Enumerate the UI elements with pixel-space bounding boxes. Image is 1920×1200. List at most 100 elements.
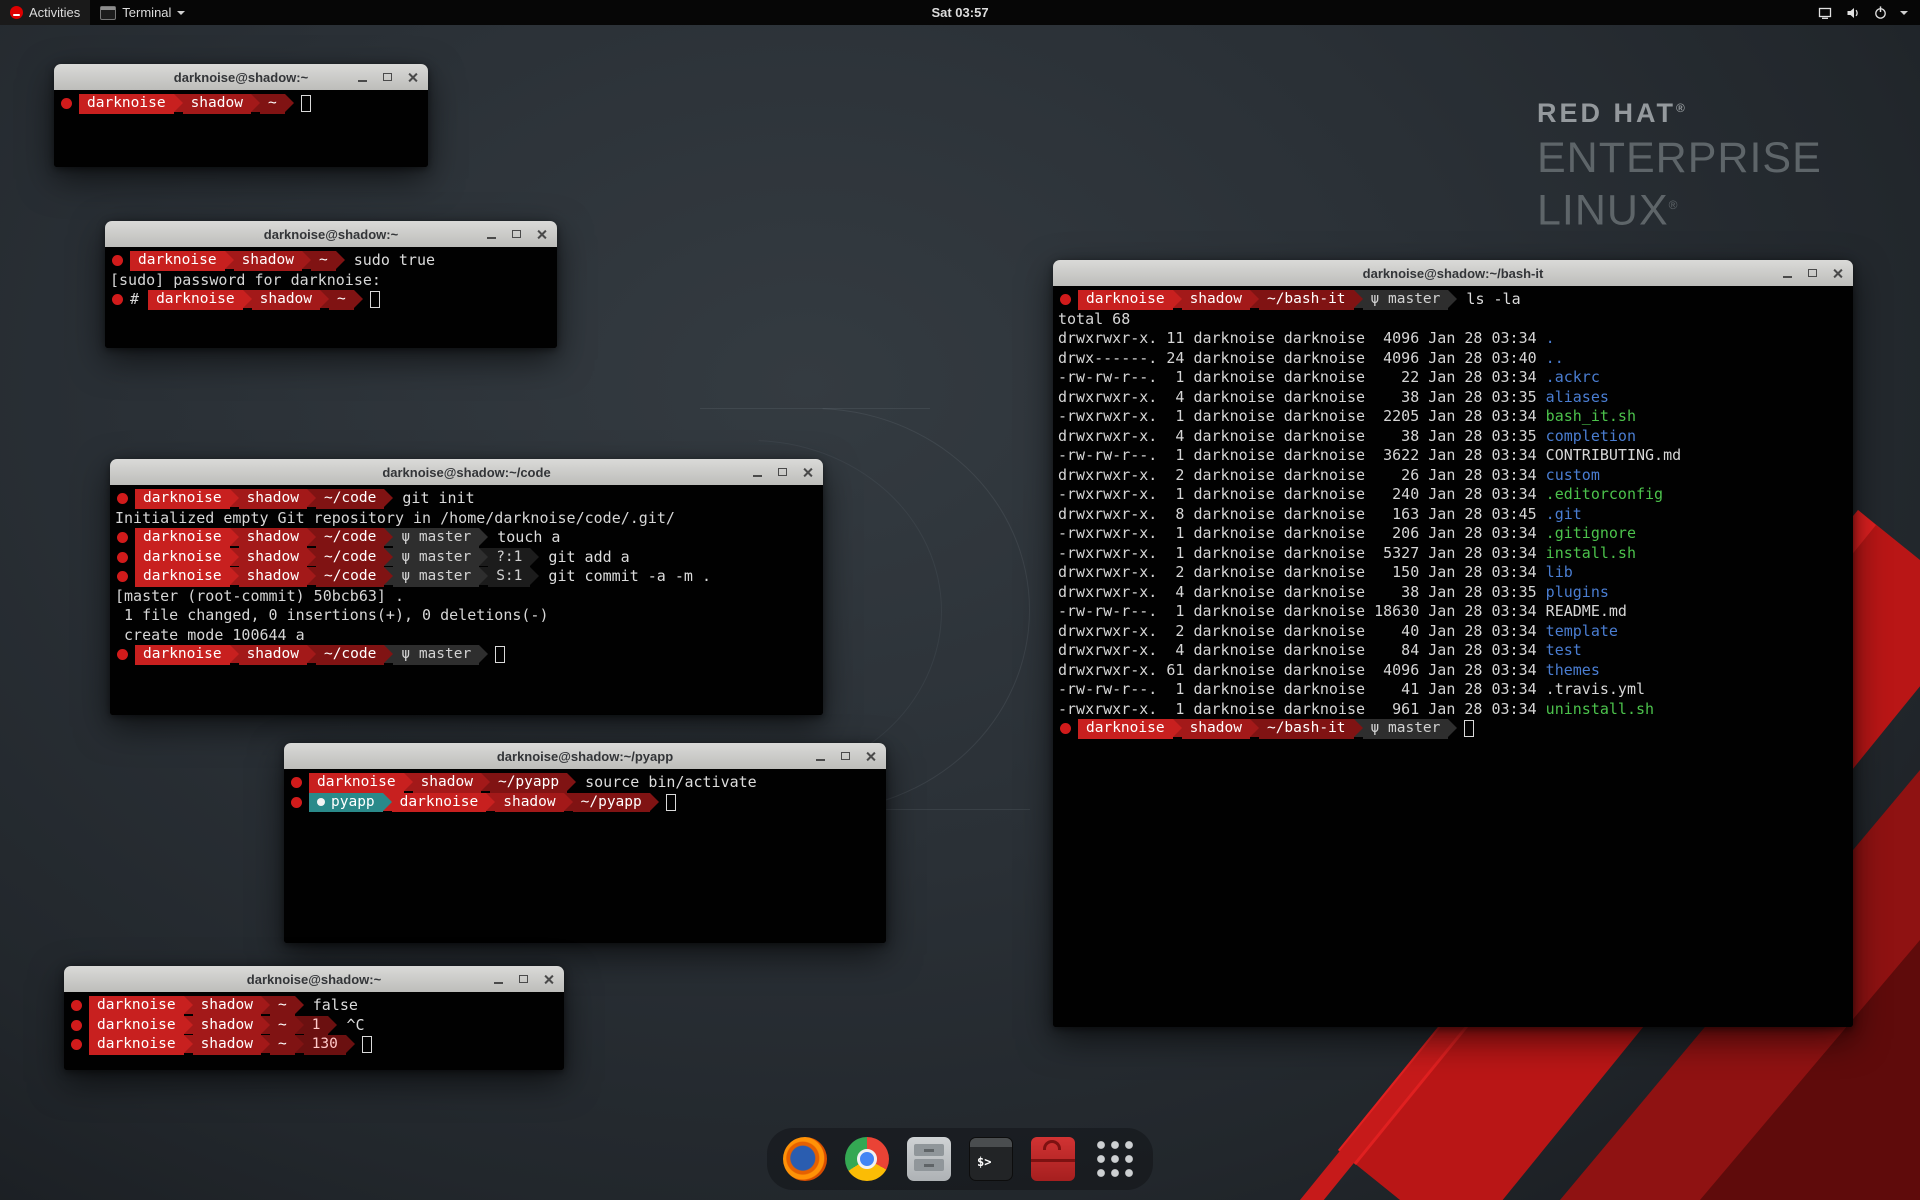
prompt-segment-host: shadow <box>239 567 307 587</box>
terminal-content[interactable]: darknoiseshadow~ <box>54 90 428 167</box>
terminal-text: create mode 100644 a <box>115 626 305 646</box>
minimize-button[interactable] <box>355 70 369 84</box>
redhat-branding: RED HAT® ENTERPRISE LINUX® <box>1537 100 1822 234</box>
window-titlebar[interactable]: darknoise@shadow:~ <box>54 64 428 91</box>
terminal-text: install.sh <box>1546 544 1636 564</box>
prompt-segment-host: shadow <box>252 290 320 310</box>
terminal-line: drwxrwxr-x. 2 darknoise darknoise 150 Ja… <box>1058 563 1848 583</box>
window-title: darknoise@shadow:~ <box>64 972 564 987</box>
terminal-content[interactable]: darknoiseshadow~/bash-itψ master ls -lat… <box>1053 286 1853 1027</box>
terminal-content[interactable]: darknoiseshadow~/pyapp source bin/activa… <box>284 769 886 943</box>
terminal-line: -rw-rw-r--. 1 darknoise darknoise 3622 J… <box>1058 446 1848 466</box>
window-titlebar[interactable]: darknoise@shadow:~ <box>64 966 564 993</box>
terminal-text: .gitignore <box>1546 524 1636 544</box>
terminal-content[interactable]: darknoiseshadow~ falsedarknoiseshadow~1 … <box>64 992 564 1070</box>
prompt-segment-host: shadow <box>234 251 302 271</box>
prompt-segment-path: ~/bash-it <box>1259 290 1354 310</box>
close-button[interactable] <box>1830 266 1844 280</box>
maximize-button[interactable] <box>775 465 789 479</box>
prompt-segment-host: shadow <box>413 773 481 793</box>
terminal-text: -rwxrwxr-x. 1 darknoise darknoise 5327 J… <box>1058 544 1546 564</box>
prompt-segment-user: darknoise <box>79 94 174 114</box>
prompt-segment-user: darknoise <box>89 1035 184 1055</box>
powerline-arrow-icon <box>479 567 488 585</box>
maximize-button[interactable] <box>1805 266 1819 280</box>
minimize-button[interactable] <box>813 749 827 763</box>
terminal-line: -rw-rw-r--. 1 darknoise darknoise 22 Jan… <box>1058 368 1848 388</box>
close-button[interactable] <box>534 227 548 241</box>
powerline-arrow-icon <box>1448 719 1457 737</box>
dock-files-icon[interactable] <box>907 1137 951 1181</box>
terminal-text: ^C <box>337 1016 364 1036</box>
dock-chrome-icon[interactable] <box>845 1137 889 1181</box>
powerline-arrow-icon <box>384 567 393 585</box>
powerline-arrow-icon <box>1173 290 1182 308</box>
dock-app-grid-icon[interactable] <box>1093 1137 1137 1181</box>
prompt-segment-git: ψ master <box>1363 719 1449 739</box>
close-button[interactable] <box>405 70 419 84</box>
maximize-button[interactable] <box>516 972 530 986</box>
window-titlebar[interactable]: darknoise@shadow:~ <box>105 221 557 248</box>
window-titlebar[interactable]: darknoise@shadow:~/code <box>110 459 823 486</box>
terminal-text: -rwxrwxr-x. 1 darknoise darknoise 961 Ja… <box>1058 700 1546 720</box>
minimize-button[interactable] <box>1780 266 1794 280</box>
minimize-button[interactable] <box>750 465 764 479</box>
app-menu-terminal[interactable]: Terminal <box>90 0 195 25</box>
redhat-prompt-icon <box>291 797 302 808</box>
prompt-segment-user: darknoise <box>135 548 230 568</box>
prompt-segment-host: shadow <box>239 528 307 548</box>
close-button[interactable] <box>863 749 877 763</box>
close-button[interactable] <box>800 465 814 479</box>
prompt-segment-user: darknoise <box>135 489 230 509</box>
top-bar: Activities Terminal Sat 03:57 <box>0 0 1920 25</box>
terminal-glyph: $> <box>977 1155 991 1169</box>
volume-icon[interactable] <box>1845 5 1861 21</box>
terminal-text: git init <box>393 489 474 509</box>
terminal-cursor <box>301 95 311 112</box>
dock-firefox-icon[interactable] <box>783 1137 827 1181</box>
prompt-segment-host: shadow <box>1182 719 1250 739</box>
dock-terminal-icon[interactable]: $> <box>969 1137 1013 1181</box>
desktop[interactable]: { "topbar": { "activities_label": "Activ… <box>0 0 1920 1200</box>
clock[interactable]: Sat 03:57 <box>931 0 988 25</box>
terminal-line: drwxrwxr-x. 2 darknoise darknoise 40 Jan… <box>1058 622 1848 642</box>
minimize-button[interactable] <box>491 972 505 986</box>
maximize-button[interactable] <box>509 227 523 241</box>
powerline-arrow-icon <box>295 1035 304 1053</box>
terminal-line: darknoiseshadow~/bash-itψ master ls -la <box>1058 290 1848 310</box>
powerline-arrow-icon <box>184 996 193 1014</box>
terminal-content[interactable]: darknoiseshadow~/code git initInitialize… <box>110 485 823 715</box>
maximize-button[interactable] <box>380 70 394 84</box>
powerline-arrow-icon <box>384 528 393 546</box>
prompt-segment-path: ~ <box>260 94 285 114</box>
close-button[interactable] <box>541 972 555 986</box>
terminal-line: -rwxrwxr-x. 1 darknoise darknoise 961 Ja… <box>1058 700 1848 720</box>
terminal-window-sudo: darknoise@shadow:~ darknoiseshadow~ sudo… <box>105 221 557 348</box>
window-titlebar[interactable]: darknoise@shadow:~/bash-it <box>1053 260 1853 287</box>
prompt-segment-user: darknoise <box>135 567 230 587</box>
terminal-text: false <box>304 996 358 1016</box>
terminal-cursor <box>495 646 505 663</box>
screen-icon[interactable] <box>1817 5 1833 21</box>
terminal-text: -rw-rw-r--. 1 darknoise darknoise 41 Jan… <box>1058 680 1546 700</box>
activities-button[interactable]: Activities <box>0 0 90 25</box>
wallpaper-line <box>700 408 930 409</box>
powerline-arrow-icon <box>320 290 329 308</box>
powerline-arrow-icon <box>384 489 393 507</box>
dock-toolbox-icon[interactable] <box>1031 1137 1075 1181</box>
terminal-text: -rw-rw-r--. 1 darknoise darknoise 3622 J… <box>1058 446 1546 466</box>
prompt-segment-path: ~/code <box>316 645 384 665</box>
terminal-line: -rwxrwxr-x. 1 darknoise darknoise 5327 J… <box>1058 544 1848 564</box>
prompt-segment-git: ψ master <box>393 548 479 568</box>
prompt-segment-path: ~/pyapp <box>490 773 567 793</box>
terminal-window-bash-it: darknoise@shadow:~/bash-it darknoiseshad… <box>1053 260 1853 1027</box>
window-titlebar[interactable]: darknoise@shadow:~/pyapp <box>284 743 886 770</box>
maximize-button[interactable] <box>838 749 852 763</box>
redhat-prompt-icon <box>1060 723 1071 734</box>
minimize-button[interactable] <box>484 227 498 241</box>
redhat-prompt-icon <box>112 255 123 266</box>
terminal-content[interactable]: darknoiseshadow~ sudo true[sudo] passwor… <box>105 247 557 348</box>
power-icon[interactable] <box>1873 5 1888 20</box>
terminal-line: drwxrwxr-x. 4 darknoise darknoise 38 Jan… <box>1058 583 1848 603</box>
terminal-text: completion <box>1546 427 1636 447</box>
